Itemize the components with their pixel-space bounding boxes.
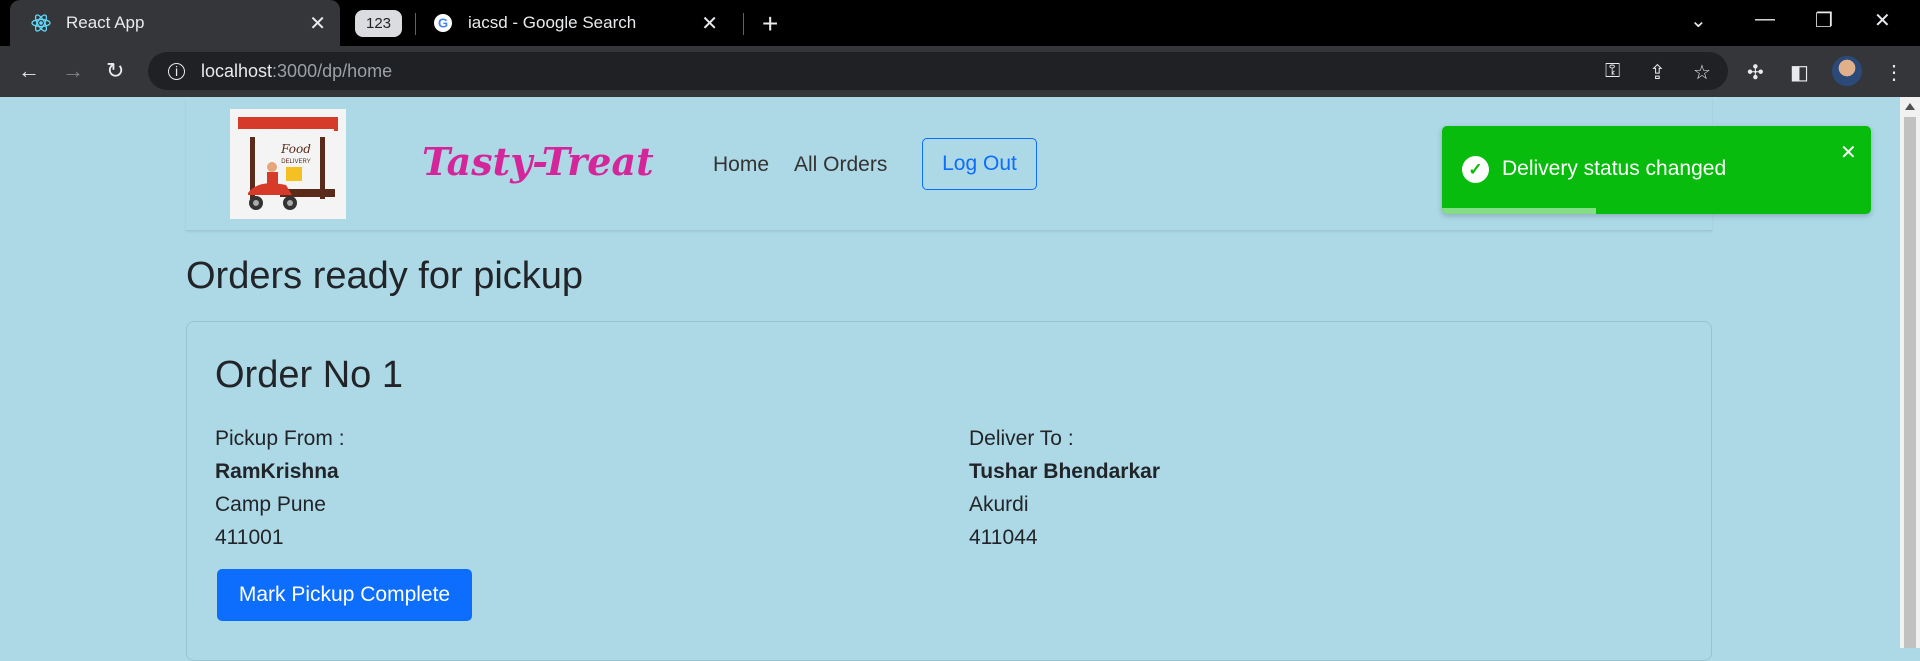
- pickup-details: Pickup From : RamKrishna Camp Pune 41100…: [215, 422, 345, 554]
- tab-search-icon[interactable]: ⌄: [1690, 8, 1707, 33]
- close-window-icon[interactable]: ✕: [1874, 8, 1891, 33]
- menu-icon[interactable]: ⋮: [1884, 60, 1904, 85]
- deliver-name: Tushar Bhendarkar: [969, 460, 1160, 483]
- tab-separator: [743, 13, 744, 35]
- close-tab-icon[interactable]: ✕: [309, 11, 326, 36]
- close-tab-icon[interactable]: ✕: [701, 11, 718, 36]
- site-info-icon[interactable]: i: [168, 62, 185, 80]
- toast-notification: ✓ Delivery status changed ✕: [1442, 126, 1871, 214]
- page-title: Orders ready for pickup: [186, 255, 584, 297]
- svg-text:G: G: [438, 16, 448, 31]
- scroll-up-icon[interactable]: [1905, 103, 1915, 110]
- avatar[interactable]: [1832, 56, 1862, 86]
- address-bar[interactable]: i localhost:3000/dp/home: [148, 52, 1728, 90]
- side-panel-icon[interactable]: ◧: [1790, 60, 1809, 85]
- deliver-address: Akurdi: [969, 493, 1029, 516]
- browser-chrome: React App ✕ 123 G iacsd - Google Search …: [0, 0, 1920, 97]
- brand-title[interactable]: Tasty-Treat: [422, 139, 654, 184]
- back-icon[interactable]: ←: [18, 58, 40, 84]
- star-icon[interactable]: ☆: [1693, 60, 1711, 85]
- deliver-pin: 411044: [969, 526, 1038, 549]
- browser-toolbar: ← → ↻ i localhost:3000/dp/home ⚿ ⇪ ☆ ✣ ◧…: [0, 46, 1920, 97]
- tab-separator: [415, 13, 416, 35]
- react-icon: [30, 12, 52, 34]
- tab-bar: React App ✕ 123 G iacsd - Google Search …: [0, 0, 1920, 46]
- logout-button[interactable]: Log Out: [922, 138, 1037, 190]
- deliver-details: Deliver To : Tushar Bhendarkar Akurdi 41…: [969, 422, 1160, 554]
- key-icon[interactable]: ⚿: [1605, 60, 1620, 83]
- pickup-address: Camp Pune: [215, 493, 326, 516]
- check-circle-icon: ✓: [1462, 156, 1489, 183]
- svg-text:DELIVERY: DELIVERY: [281, 159, 311, 165]
- toast-progress-bar: [1442, 208, 1597, 214]
- tab-google-search[interactable]: G iacsd - Google Search ✕: [420, 0, 740, 46]
- reload-icon[interactable]: ↻: [106, 58, 124, 84]
- google-icon: G: [432, 12, 454, 34]
- extensions-icon[interactable]: ✣: [1747, 60, 1764, 85]
- restore-icon[interactable]: ❐: [1815, 8, 1833, 33]
- nav-link-home[interactable]: Home: [713, 153, 769, 177]
- deliver-label: Deliver To :: [969, 427, 1074, 450]
- scrollbar-thumb[interactable]: [1904, 117, 1916, 648]
- svg-text:Food: Food: [280, 142, 311, 156]
- url-host: localhost: [201, 60, 273, 81]
- pickup-label: Pickup From :: [215, 427, 345, 450]
- tab-title: React App: [66, 13, 145, 32]
- share-icon[interactable]: ⇪: [1649, 60, 1666, 85]
- order-card: Order No 1 Pickup From : RamKrishna Camp…: [186, 321, 1712, 661]
- new-tab-icon[interactable]: +: [762, 8, 778, 40]
- tab-react-app[interactable]: React App ✕: [10, 0, 340, 46]
- minimize-icon[interactable]: —: [1755, 8, 1775, 31]
- tab-title: iacsd - Google Search: [468, 13, 637, 32]
- url-path: :3000/dp/home: [272, 60, 393, 81]
- pickup-pin: 411001: [215, 526, 284, 549]
- forward-icon[interactable]: →: [62, 58, 84, 84]
- pickup-name: RamKrishna: [215, 460, 339, 483]
- toast-message: Delivery status changed: [1502, 157, 1727, 180]
- food-delivery-logo: Food DELIVERY: [230, 109, 346, 219]
- page-scrollbar[interactable]: [1900, 97, 1920, 648]
- close-icon[interactable]: ✕: [1840, 140, 1857, 165]
- nav-link-all-orders[interactable]: All Orders: [794, 153, 887, 177]
- order-title: Order No 1: [215, 354, 403, 396]
- mark-pickup-complete-button[interactable]: Mark Pickup Complete: [217, 569, 472, 621]
- tab-group-chip[interactable]: 123: [355, 10, 402, 37]
